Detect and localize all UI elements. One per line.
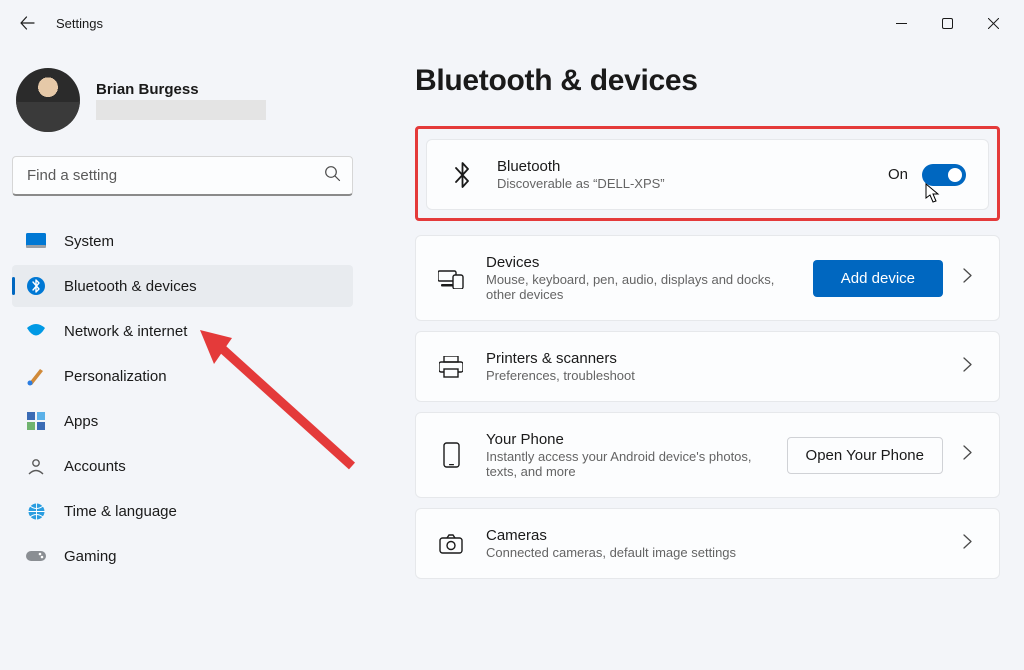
card-subtitle: Discoverable as “DELL-XPS” <box>497 176 866 191</box>
sidebar-item-label: Time & language <box>64 503 177 520</box>
cursor-icon <box>925 183 941 208</box>
close-icon <box>988 18 999 29</box>
sidebar-item-personalization[interactable]: Personalization <box>12 355 353 397</box>
add-device-button[interactable]: Add device <box>813 260 943 297</box>
chevron-right-icon <box>963 268 977 288</box>
minimize-icon <box>896 18 907 29</box>
chevron-right-icon <box>963 534 977 554</box>
maximize-button[interactable] <box>924 4 970 42</box>
page-title: Bluetooth & devices <box>415 64 1000 98</box>
sidebar-item-label: Network & internet <box>64 323 187 340</box>
sidebar-item-label: Accounts <box>64 458 126 475</box>
brush-icon <box>26 366 46 386</box>
annotation-highlight-box: Bluetooth Discoverable as “DELL-XPS” On <box>415 126 1000 221</box>
arrow-left-icon <box>19 15 35 31</box>
sidebar-item-network[interactable]: Network & internet <box>12 310 353 352</box>
globe-icon <box>26 501 46 521</box>
title-bar: Settings <box>0 0 1024 46</box>
card-title: Devices <box>486 254 791 271</box>
wifi-icon <box>26 321 46 341</box>
window-title: Settings <box>56 16 103 31</box>
printer-icon <box>438 354 464 380</box>
devices-card[interactable]: Devices Mouse, keyboard, pen, audio, dis… <box>415 235 1000 321</box>
profile-email-redacted <box>96 100 266 120</box>
main-content: Bluetooth & devices Bluetooth Discoverab… <box>365 46 1024 670</box>
open-your-phone-button[interactable]: Open Your Phone <box>787 437 943 474</box>
sidebar-item-label: Apps <box>64 413 98 430</box>
card-title: Bluetooth <box>497 158 866 175</box>
chevron-right-icon <box>963 445 977 465</box>
sidebar-item-label: Gaming <box>64 548 117 565</box>
sidebar-item-time-language[interactable]: Time & language <box>12 490 353 532</box>
chevron-right-icon <box>963 357 977 377</box>
card-subtitle: Instantly access your Android device's p… <box>486 449 765 479</box>
camera-icon <box>438 531 464 557</box>
gaming-icon <box>26 546 46 566</box>
cameras-card[interactable]: Cameras Connected cameras, default image… <box>415 508 1000 579</box>
profile-block[interactable]: Brian Burgess <box>12 60 353 150</box>
card-subtitle: Connected cameras, default image setting… <box>486 545 941 560</box>
devices-icon <box>438 265 464 291</box>
sidebar: Brian Burgess System Bluetooth & devices… <box>0 46 365 670</box>
sidebar-item-system[interactable]: System <box>12 220 353 262</box>
card-title: Cameras <box>486 527 941 544</box>
bluetooth-icon <box>26 276 46 296</box>
avatar <box>16 68 80 132</box>
sidebar-item-gaming[interactable]: Gaming <box>12 535 353 577</box>
printers-card[interactable]: Printers & scanners Preferences, trouble… <box>415 331 1000 402</box>
card-title: Your Phone <box>486 431 765 448</box>
search-icon <box>324 165 341 187</box>
bluetooth-card: Bluetooth Discoverable as “DELL-XPS” On <box>426 139 989 210</box>
sidebar-item-apps[interactable]: Apps <box>12 400 353 442</box>
sidebar-item-label: System <box>64 233 114 250</box>
your-phone-card[interactable]: Your Phone Instantly access your Android… <box>415 412 1000 498</box>
apps-icon <box>26 411 46 431</box>
maximize-icon <box>942 18 953 29</box>
accounts-icon <box>26 456 46 476</box>
bluetooth-icon <box>449 162 475 188</box>
sidebar-item-accounts[interactable]: Accounts <box>12 445 353 487</box>
card-subtitle: Mouse, keyboard, pen, audio, displays an… <box>486 272 791 302</box>
card-subtitle: Preferences, troubleshoot <box>486 368 941 383</box>
sidebar-nav: System Bluetooth & devices Network & int… <box>12 220 353 577</box>
back-button[interactable] <box>8 4 46 42</box>
profile-name: Brian Burgess <box>96 81 266 98</box>
close-button[interactable] <box>970 4 1016 42</box>
sidebar-item-label: Bluetooth & devices <box>64 278 197 295</box>
sidebar-item-bluetooth-devices[interactable]: Bluetooth & devices <box>12 265 353 307</box>
card-title: Printers & scanners <box>486 350 941 367</box>
system-icon <box>26 231 46 251</box>
toggle-state-label: On <box>888 166 908 183</box>
sidebar-item-label: Personalization <box>64 368 167 385</box>
minimize-button[interactable] <box>878 4 924 42</box>
search-input[interactable] <box>12 156 353 196</box>
phone-icon <box>438 442 464 468</box>
